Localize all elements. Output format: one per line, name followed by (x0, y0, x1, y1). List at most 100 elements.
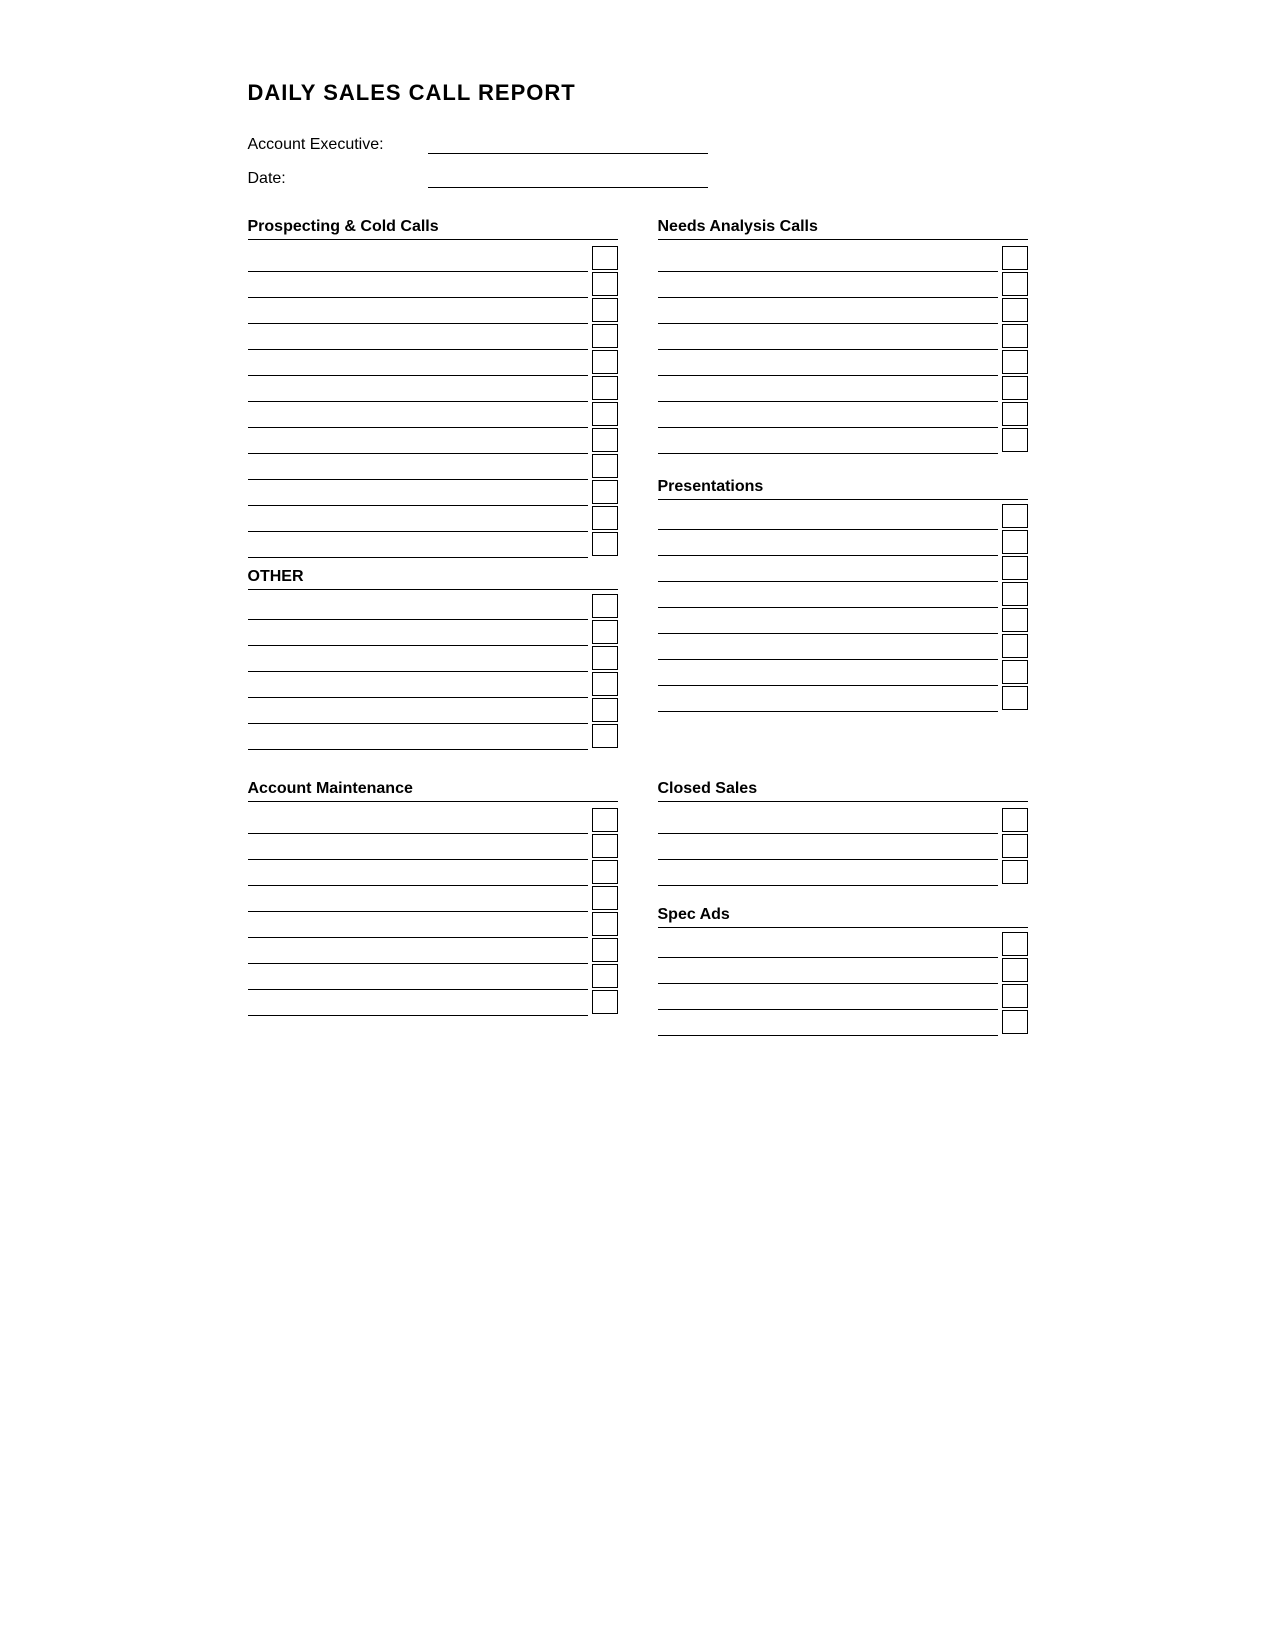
needs-box-4[interactable] (1002, 324, 1028, 348)
pres-line-3[interactable] (658, 556, 998, 582)
pres-box-7[interactable] (1002, 660, 1028, 684)
sa-box-3[interactable] (1002, 984, 1028, 1008)
am-box-4[interactable] (592, 886, 618, 910)
cs-box-2[interactable] (1002, 834, 1028, 858)
other-box-3[interactable] (592, 646, 618, 670)
account-executive-input[interactable] (428, 134, 708, 154)
other-line-3[interactable] (248, 646, 588, 672)
other-box-6[interactable] (592, 724, 618, 748)
pres-box-3[interactable] (1002, 556, 1028, 580)
other-box-5[interactable] (592, 698, 618, 722)
other-line-2[interactable] (248, 620, 588, 646)
prospecting-line-12[interactable] (248, 532, 588, 558)
prospecting-line-3[interactable] (248, 298, 588, 324)
prospecting-line-11[interactable] (248, 506, 588, 532)
other-box-2[interactable] (592, 620, 618, 644)
sa-line-4[interactable] (658, 1010, 998, 1036)
pres-box-2[interactable] (1002, 530, 1028, 554)
prospecting-line-8[interactable] (248, 428, 588, 454)
needs-box-3[interactable] (1002, 298, 1028, 322)
pres-line-8[interactable] (658, 686, 998, 712)
prospecting-box-4[interactable] (592, 324, 618, 348)
sa-box-1[interactable] (1002, 932, 1028, 956)
prospecting-box-12[interactable] (592, 532, 618, 556)
sa-line-1[interactable] (658, 932, 998, 958)
sa-box-2[interactable] (1002, 958, 1028, 982)
needs-line-3[interactable] (658, 298, 998, 324)
am-box-6[interactable] (592, 938, 618, 962)
sa-line-3[interactable] (658, 984, 998, 1010)
needs-line-4[interactable] (658, 324, 998, 350)
prospecting-line-9[interactable] (248, 454, 588, 480)
prospecting-box-2[interactable] (592, 272, 618, 296)
am-line-5[interactable] (248, 912, 588, 938)
prospecting-box-8[interactable] (592, 428, 618, 452)
pres-line-2[interactable] (658, 530, 998, 556)
needs-box-2[interactable] (1002, 272, 1028, 296)
am-box-2[interactable] (592, 834, 618, 858)
other-line-1[interactable] (248, 594, 588, 620)
pres-line-7[interactable] (658, 660, 998, 686)
am-line-1[interactable] (248, 808, 588, 834)
am-line-2[interactable] (248, 834, 588, 860)
pres-box-4[interactable] (1002, 582, 1028, 606)
other-box-4[interactable] (592, 672, 618, 696)
needs-box-1[interactable] (1002, 246, 1028, 270)
prospecting-box-1[interactable] (592, 246, 618, 270)
prospecting-line-7[interactable] (248, 402, 588, 428)
needs-line-2[interactable] (658, 272, 998, 298)
needs-box-7[interactable] (1002, 402, 1028, 426)
cs-line-3[interactable] (658, 860, 998, 886)
other-box-1[interactable] (592, 594, 618, 618)
am-line-3[interactable] (248, 860, 588, 886)
needs-box-6[interactable] (1002, 376, 1028, 400)
needs-line-6[interactable] (658, 376, 998, 402)
other-line-6[interactable] (248, 724, 588, 750)
sa-line-2[interactable] (658, 958, 998, 984)
prospecting-box-9[interactable] (592, 454, 618, 478)
needs-line-7[interactable] (658, 402, 998, 428)
needs-box-8[interactable] (1002, 428, 1028, 452)
am-box-5[interactable] (592, 912, 618, 936)
pres-box-5[interactable] (1002, 608, 1028, 632)
pres-line-5[interactable] (658, 608, 998, 634)
am-line-6[interactable] (248, 938, 588, 964)
needs-line-1[interactable] (658, 246, 998, 272)
pres-line-1[interactable] (658, 504, 998, 530)
cs-line-1[interactable] (658, 808, 998, 834)
am-box-1[interactable] (592, 808, 618, 832)
am-box-7[interactable] (592, 964, 618, 988)
prospecting-line-1[interactable] (248, 246, 588, 272)
cs-box-1[interactable] (1002, 808, 1028, 832)
prospecting-box-5[interactable] (592, 350, 618, 374)
prospecting-line-6[interactable] (248, 376, 588, 402)
pres-box-6[interactable] (1002, 634, 1028, 658)
prospecting-box-10[interactable] (592, 480, 618, 504)
pres-line-6[interactable] (658, 634, 998, 660)
pres-box-1[interactable] (1002, 504, 1028, 528)
needs-line-8[interactable] (658, 428, 998, 454)
prospecting-line-5[interactable] (248, 350, 588, 376)
prospecting-line-4[interactable] (248, 324, 588, 350)
prospecting-box-6[interactable] (592, 376, 618, 400)
needs-box-5[interactable] (1002, 350, 1028, 374)
other-line-5[interactable] (248, 698, 588, 724)
pres-line-4[interactable] (658, 582, 998, 608)
other-line-4[interactable] (248, 672, 588, 698)
pres-box-8[interactable] (1002, 686, 1028, 710)
prospecting-box-3[interactable] (592, 298, 618, 322)
sa-box-4[interactable] (1002, 1010, 1028, 1034)
am-line-8[interactable] (248, 990, 588, 1016)
prospecting-line-2[interactable] (248, 272, 588, 298)
am-box-8[interactable] (592, 990, 618, 1014)
prospecting-box-11[interactable] (592, 506, 618, 530)
am-line-4[interactable] (248, 886, 588, 912)
am-box-3[interactable] (592, 860, 618, 884)
am-line-7[interactable] (248, 964, 588, 990)
needs-line-5[interactable] (658, 350, 998, 376)
cs-line-2[interactable] (658, 834, 998, 860)
prospecting-box-7[interactable] (592, 402, 618, 426)
cs-box-3[interactable] (1002, 860, 1028, 884)
date-input[interactable] (428, 168, 708, 188)
prospecting-line-10[interactable] (248, 480, 588, 506)
